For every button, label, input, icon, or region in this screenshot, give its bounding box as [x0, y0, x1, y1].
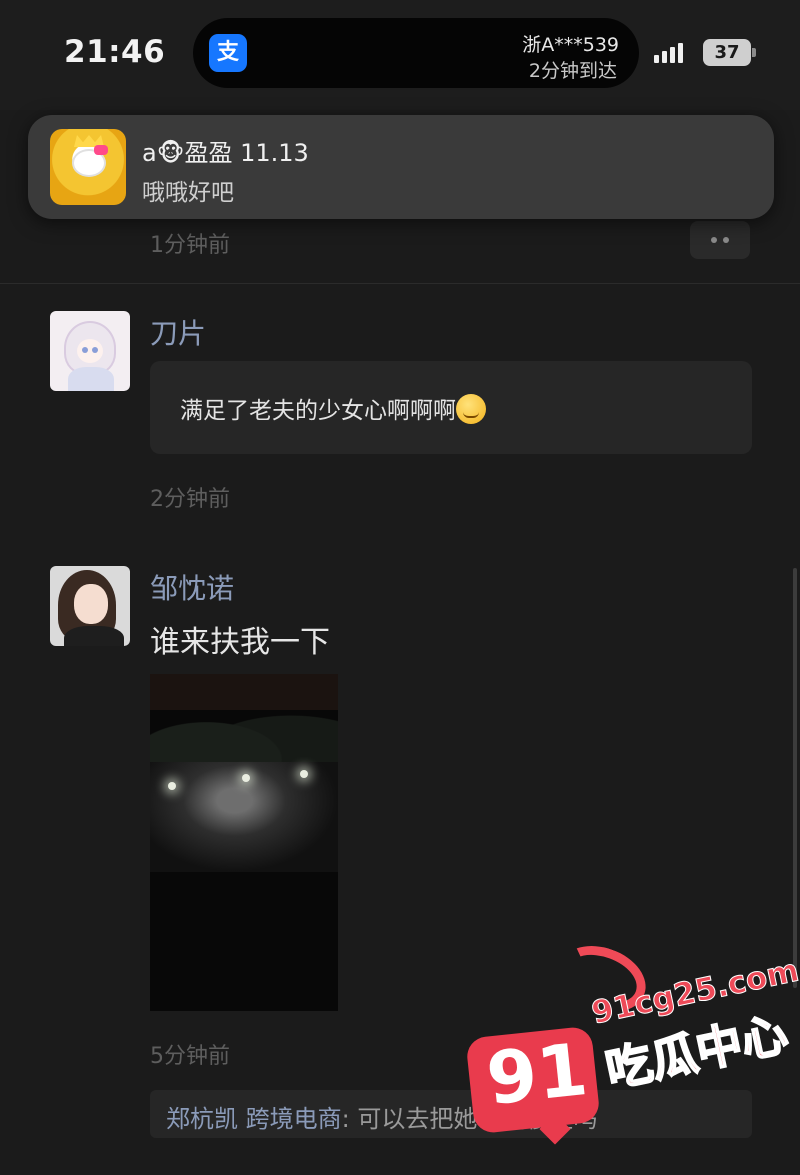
avatar[interactable]: [50, 311, 130, 391]
watermark-logo: 91 91cg25.com 吃瓜中心: [462, 934, 800, 1145]
notification-banner[interactable]: a🐵盈盈 11.13 哦哦好吧: [28, 115, 774, 219]
message-text: 满足了老夫的少女心啊啊啊: [180, 398, 456, 424]
quote-author: 郑杭凯 跨境电商: [166, 1105, 342, 1133]
sender-name[interactable]: 刀片: [150, 312, 206, 352]
notification-body: 哦哦好吧: [142, 180, 234, 206]
battery-tip-icon: [752, 48, 756, 57]
dot-icon: [711, 237, 717, 243]
status-bar: 21:46 支 浙A***539 2分钟到达 37: [0, 0, 800, 110]
signal-bars-icon: [654, 43, 688, 67]
bow-icon: [94, 145, 108, 155]
status-clock: 21:46: [64, 34, 166, 70]
battery-level: 37: [703, 39, 751, 66]
message-time: 1分钟前: [150, 233, 230, 258]
avatar: [50, 129, 126, 205]
message-text-container: 满足了老夫的少女心啊啊啊: [180, 391, 486, 425]
arrival-eta-label: 2分钟到达: [528, 60, 617, 82]
message-text: 谁来扶我一下: [150, 625, 330, 660]
notification-title: a🐵盈盈 11.13: [142, 139, 309, 167]
more-options-button[interactable]: [690, 221, 750, 259]
message-time: 5分钟前: [150, 1044, 230, 1069]
night-walkway-photo[interactable]: [150, 674, 338, 1011]
avatar[interactable]: [50, 566, 130, 646]
scrollbar[interactable]: [793, 568, 797, 988]
alipay-icon: 支: [209, 34, 247, 72]
relieved-face-emoji-icon: [456, 394, 486, 424]
divider: [0, 283, 800, 284]
car-plate-label: 浙A***539: [522, 34, 619, 56]
watermark-number: 91: [482, 1026, 592, 1122]
dot-icon: [723, 237, 729, 243]
message-time: 2分钟前: [150, 487, 230, 512]
sender-name[interactable]: 邹忱诺: [150, 567, 234, 607]
dynamic-island-live-activity[interactable]: 支 浙A***539 2分钟到达: [193, 18, 639, 88]
message-bubble[interactable]: 满足了老夫的少女心啊啊啊: [150, 361, 752, 454]
